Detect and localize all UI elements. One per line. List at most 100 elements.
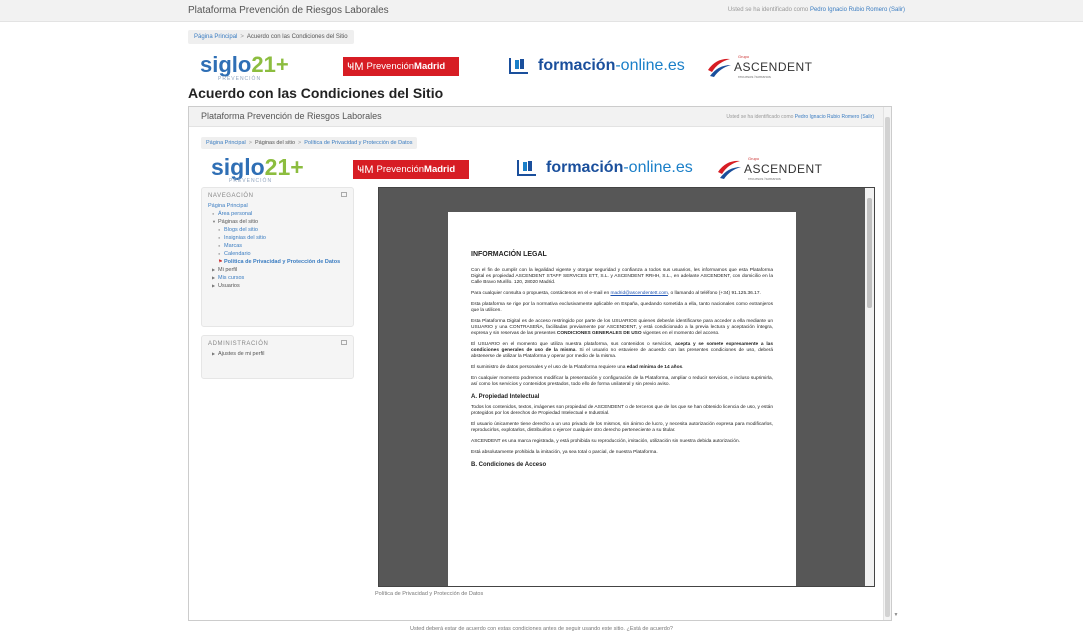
nav-home-link[interactable]: Página Principal [208,203,248,209]
top-navbar: Plataforma Prevención de Riesgos Laboral… [0,0,1083,22]
frame-scrollbar[interactable] [883,107,891,620]
conditions-frame[interactable]: Plataforma Prevención de Riesgos Laboral… [188,106,892,621]
nav-privacy-current[interactable]: Política de Privacidad y Protección de D… [224,258,344,266]
nav-item-area-personal[interactable]: ● Área personal [208,210,347,218]
pdf-viewer[interactable]: INFORMACIÓN LEGAL Con el fin de cumplir … [378,187,875,587]
login-prefix: Usted se ha identificado como [727,7,810,13]
prevencion-madrid-logo: ҸМ Prevención Madrid [343,57,459,76]
ascendent-subtitle: recursos humanos [748,176,781,181]
doc-text: vigentes en el momento del acceso. [641,331,720,336]
nav-blogs-link[interactable]: Blogs del sitio [224,227,258,233]
nav-site-pages-label[interactable]: Páginas del sitio [218,219,258,225]
embedded-breadcrumb: Página Principal > Páginas del sitio > Polít… [201,137,418,149]
nav-my-courses-link[interactable]: Mis cursos [218,275,244,281]
breadcrumb-current: Acuerdo con las Condiciones del Sitio [246,34,348,40]
site-title[interactable]: Plataforma Prevención de Riesgos Laboral… [188,5,389,16]
doc-bold-text: edad mínima de 14 años [626,365,683,370]
siglo-logo-number: 21 [264,153,291,180]
nav-area-personal-link[interactable]: Área personal [218,211,252,217]
pmadrid-mark: ҸМ [347,60,364,73]
formacion-text: formación [538,57,616,74]
nav-item-calendar[interactable]: ● Calendario [208,250,347,258]
doc-paragraph: Con el fin de cumplir con la legalidad v… [471,268,773,285]
frame-scroll-thumb[interactable] [885,117,890,617]
nav-tags-link[interactable]: Marcas [224,243,242,249]
embedded-prevencion-madrid-logo: ҸМ Prevención Madrid [353,160,469,179]
embedded-site-title[interactable]: Plataforma Prevención de Riesgos Laboral… [201,111,382,121]
admin-item-profile-settings[interactable]: ▶ Ajustes de mi perfil [208,350,347,358]
nav-item-home[interactable]: Página Principal [208,202,347,210]
doc-section-heading: A. Propiedad Intelectual [471,394,540,400]
embedded-user-link[interactable]: Pedro Ignacio Rubio Romero [795,114,859,120]
embedded-breadcrumb-current[interactable]: Política de Privacidad y Protección de D… [304,140,412,146]
nav-item-my-courses[interactable]: ▶ Mis cursos [208,274,347,282]
embedded-breadcrumb-pages[interactable]: Páginas del sitio [255,140,295,146]
doc-paragraph: Para cualquier consulta o propuesta, con… [471,291,773,297]
siglo-logo-plus: + [290,153,304,180]
pmadrid-text: Prevención [366,61,415,72]
doc-paragraph: Todos los contenidos, textos, imágenes s… [471,405,773,416]
user-profile-link[interactable]: Pedro Ignacio Rubio Romero [810,7,887,13]
nav-item-my-profile[interactable]: ▶ Mi perfil [208,266,347,274]
page-title: Acuerdo con las Condiciones del Sitio [188,85,444,101]
nav-my-profile-label[interactable]: Mi perfil [218,267,237,273]
dock-block-icon[interactable] [341,340,347,345]
siglo-logo-text: siglo [211,153,265,180]
doc-paragraph: El usuario únicamente tiene derecho a un… [471,422,773,433]
nav-item-blogs[interactable]: ● Blogs del sitio [208,226,347,234]
administration-tree: ▶ Ajustes de mi perfil [202,350,353,364]
doc-text: Para cualquier consulta o propuesta, con… [471,291,611,296]
ascendent-name: ASCENDENT [734,60,813,74]
doc-paragraph: Está absolutamente prohibida la imitació… [471,450,658,455]
administration-block-title: ADMINISTRACIÓN [208,341,269,347]
siglo-logo-subtitle: PREVENCIÓN [229,178,273,184]
embedded-siglo21-logo: siglo 21 + PREVENCIÓN [211,153,304,185]
breadcrumb-home[interactable]: Página Principal [194,34,237,40]
embedded-breadcrumb-home[interactable]: Página Principal [206,140,246,146]
formacion-book-icon [517,160,536,176]
doc-text: . [682,365,684,370]
ascendent-subtitle: recursos humanos [738,74,771,79]
nav-item-site-pages[interactable]: ▼ Páginas del sitio [208,218,347,226]
doc-paragraph: Esta plataforma se rige por la normativa… [471,302,773,313]
nav-calendar-link[interactable]: Calendario [224,251,251,257]
embedded-login-prefix: Usted se ha identificado como [726,114,795,120]
scroll-down-arrow-icon[interactable]: ▼ [892,612,900,620]
nav-item-tags[interactable]: ● Marcas [208,242,347,250]
siglo-logo-plus: + [275,52,289,77]
breadcrumb-separator: > [240,34,244,40]
doc-section-heading: B. Condiciones de Acceso [471,462,547,468]
doc-paragraph: En cualquier momento podremos modificar … [471,376,773,387]
embedded-ascendent-logo: Grupo ASCENDENT recursos humanos [716,156,823,181]
admin-profile-settings-label[interactable]: Ajustes de mi perfil [218,351,264,357]
nav-users-label[interactable]: Usuarios [218,283,240,289]
nav-item-badges[interactable]: ● Insignias del sitio [208,234,347,242]
siglo-logo-number: 21 [251,52,276,77]
embedded-formacion-online-logo: formación -online.es [516,157,693,179]
ascendent-grupo: Grupo [738,54,750,59]
doc-paragraph: El USUARIO en el momento que utiliza nue… [471,342,773,360]
siglo21-logo: siglo 21 + PREVENCIÓN [200,52,289,82]
pdf-caption: Política de Privacidad y Protección de D… [375,591,484,597]
doc-text: , o llamando al teléfono (+34) 91.125.36… [667,291,761,296]
pmadrid-mark: ҸМ [357,163,374,176]
nav-item-privacy[interactable]: ⚑ Política de Privacidad y Protección de … [208,258,347,266]
pdf-scroll-thumb[interactable] [867,198,872,308]
formacion-book-icon [509,58,528,74]
nav-badges-link[interactable]: Insignias del sitio [224,235,266,241]
embedded-logout-link[interactable]: (Salir) [859,114,874,120]
dock-block-icon[interactable] [341,192,347,197]
breadcrumb-separator: > [248,140,252,146]
logout-link[interactable]: (Salir) [887,7,905,13]
document-title: INFORMACIÓN LEGAL [471,251,547,258]
login-info: Usted se ha identificado como Pedro Igna… [728,7,905,13]
ascendent-name: ASCENDENT [744,162,823,176]
pmadrid-text: Prevención [376,164,425,175]
nav-item-users[interactable]: ▶ Usuarios [208,282,347,290]
contact-email-link[interactable]: madrid@ascendentett.com [610,291,667,296]
ascendent-swoosh-icon [718,160,741,179]
embedded-navbar: Plataforma Prevención de Riesgos Laboral… [189,107,884,127]
pdf-viewer-scrollbar[interactable] [865,188,874,586]
formacion-domain: -online.es [623,159,693,176]
ascendent-logo: Grupo ASCENDENT recursos humanos [706,54,813,79]
